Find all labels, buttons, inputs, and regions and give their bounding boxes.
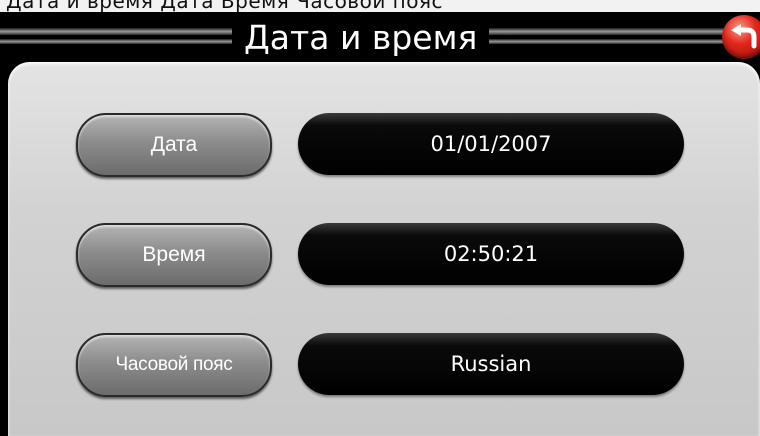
back-button[interactable] [722, 15, 760, 59]
page-title: Дата и время [232, 18, 490, 58]
title-bar: Дата и время [0, 12, 760, 62]
time-button[interactable]: Время [76, 223, 272, 287]
timezone-value-field[interactable]: Russian [298, 333, 684, 395]
time-value-field[interactable]: 02:50:21 [298, 223, 684, 285]
top-strip-text: Дата и время Дата Время Часовой пояс [6, 0, 444, 12]
date-button[interactable]: Дата [76, 113, 272, 177]
date-value-field[interactable]: 01/01/2007 [298, 113, 684, 175]
back-arrow-icon [731, 24, 757, 49]
timezone-button[interactable]: Часовой пояс [76, 333, 272, 397]
top-strip: Дата и время Дата Время Часовой пояс [0, 0, 760, 12]
